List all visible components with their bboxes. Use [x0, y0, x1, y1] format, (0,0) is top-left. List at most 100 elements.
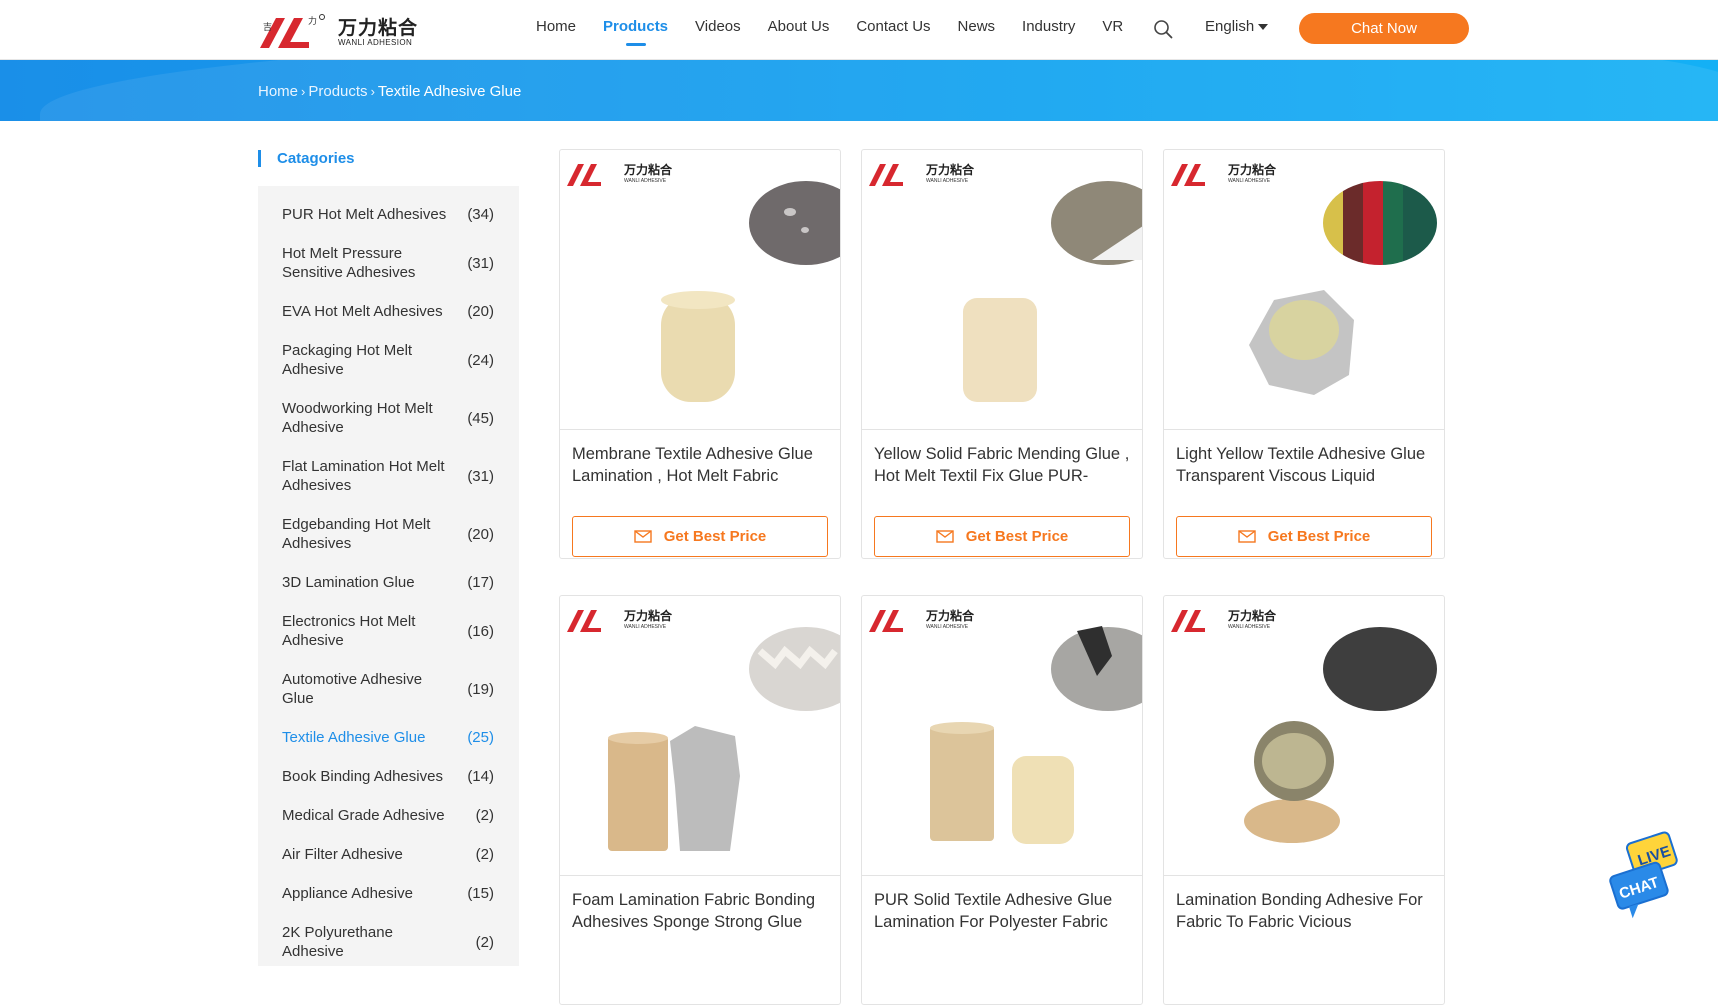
product-title[interactable]: PUR Solid Textile Adhesive Glue Laminati…: [874, 889, 1132, 933]
get-best-price-button[interactable]: Get Best Price: [874, 516, 1130, 557]
category-label: Textile Adhesive Glue: [282, 729, 426, 746]
nav-about-us[interactable]: About Us: [768, 18, 830, 35]
category-label: Packaging Hot Melt Adhesive: [282, 342, 413, 378]
category-item[interactable]: 3D Lamination Glue (17): [282, 573, 494, 592]
product-image[interactable]: 万力粘合 WANLI ADHESIVE: [560, 150, 840, 430]
get-best-price-button[interactable]: Get Best Price: [572, 516, 828, 557]
product-title[interactable]: Membrane Textile Adhesive Glue Laminatio…: [572, 443, 830, 487]
chat-now-button[interactable]: Chat Now: [1299, 13, 1469, 44]
product-image[interactable]: 万力粘合 WANLI ADHESIVE: [1164, 596, 1444, 876]
category-count: (45): [467, 409, 494, 427]
live-chat-widget[interactable]: LIVE CHAT: [1606, 830, 1686, 920]
category-item[interactable]: Hot Melt Pressure Sensitive Adhesives (31…: [282, 244, 494, 282]
category-count: (31): [467, 254, 494, 272]
category-count: (34): [467, 206, 494, 223]
product-photo: [1249, 181, 1437, 395]
category-item[interactable]: 2K Polyurethane Adhesive (2): [282, 923, 494, 961]
category-count: (25): [467, 729, 494, 746]
category-label: Air Filter Adhesive: [282, 846, 403, 863]
nav-industry[interactable]: Industry: [1022, 18, 1075, 35]
category-item[interactable]: Air Filter Adhesive (2): [282, 845, 494, 864]
categories-heading: Catagories: [258, 150, 355, 167]
breadcrumb-current: Textile Adhesive Glue: [377, 83, 522, 100]
category-item[interactable]: PUR Hot Melt Adhesives (34): [282, 205, 494, 224]
product-title[interactable]: Foam Lamination Fabric Bonding Adhesives…: [572, 889, 830, 933]
product-title[interactable]: Yellow Solid Fabric Mending Glue , Hot M…: [874, 443, 1132, 487]
main-nav: Home Products Videos About Us Contact Us…: [536, 18, 1150, 46]
category-item[interactable]: Edgebanding Hot Melt Adhesives (20): [282, 515, 494, 553]
category-label: EVA Hot Melt Adhesives: [282, 303, 443, 320]
category-label: Woodworking Hot Melt Adhesive: [282, 400, 433, 436]
category-label: Automotive Adhesive Glue: [282, 671, 423, 707]
category-label: Book Binding Adhesives: [282, 768, 443, 785]
category-item[interactable]: EVA Hot Melt Adhesives (20): [282, 302, 494, 321]
category-label: Hot Melt Pressure Sensitive Adhesives: [282, 245, 416, 281]
product-title[interactable]: Light Yellow Textile Adhesive Glue Trans…: [1176, 443, 1434, 487]
product-card[interactable]: 万力粘合 WANLI ADHESIVE PUR Solid Textile Ad…: [861, 595, 1143, 1005]
svg-text:力: 力: [308, 15, 317, 27]
product-card[interactable]: 万力粘合 WANLI ADHESIVE Light Yellow Textile…: [1163, 149, 1445, 559]
mail-icon: [936, 530, 954, 543]
chevron-right-icon: ›: [301, 84, 306, 99]
product-card[interactable]: 万力粘合 WANLI ADHESIVE Foam Lamination Fabr…: [559, 595, 841, 1005]
category-item-active[interactable]: Textile Adhesive Glue (25): [282, 728, 494, 747]
category-sidebar: PUR Hot Melt Adhesives (34) Hot Melt Pres…: [258, 186, 519, 966]
product-photo: [963, 181, 1142, 402]
get-best-price-button[interactable]: Get Best Price: [1176, 516, 1432, 557]
company-logo[interactable]: 吉 力 万力粘合 WANLI ADHESION: [258, 12, 418, 52]
search-icon[interactable]: [1153, 19, 1173, 39]
category-item[interactable]: Flat Lamination Hot Melt Adhesives (31): [282, 457, 494, 495]
site-header: 吉 力 万力粘合 WANLI ADHESION Home Products Vi…: [0, 0, 1718, 60]
product-photo: [661, 181, 840, 402]
category-item[interactable]: Automotive Adhesive Glue (19): [282, 670, 494, 708]
chevron-down-icon: [1258, 23, 1269, 30]
category-label: Appliance Adhesive: [282, 885, 413, 902]
product-photo: [930, 626, 1142, 844]
product-image[interactable]: 万力粘合 WANLI ADHESIVE: [862, 596, 1142, 876]
category-count: (2): [475, 933, 494, 951]
language-selector[interactable]: English: [1205, 18, 1269, 35]
category-count: (14): [467, 768, 494, 785]
product-image[interactable]: 万力粘合 WANLI ADHESIVE: [560, 596, 840, 876]
product-card[interactable]: 万力粘合 WANLI ADHESIVE Membrane Textile Adh…: [559, 149, 841, 559]
category-label: Electronics Hot Melt Adhesive: [282, 613, 416, 649]
nav-products[interactable]: Products: [603, 18, 668, 46]
product-title[interactable]: Lamination Bonding Adhesive For Fabric T…: [1176, 889, 1434, 933]
nav-contact-us[interactable]: Contact Us: [856, 18, 930, 35]
breadcrumb-banner: Home › Products › Textile Adhesive Glue: [0, 60, 1718, 121]
nav-vr[interactable]: VR: [1102, 18, 1123, 35]
category-item[interactable]: Electronics Hot Melt Adhesive (16): [282, 612, 494, 650]
breadcrumb-home[interactable]: Home: [258, 83, 298, 100]
nav-videos[interactable]: Videos: [695, 18, 741, 35]
category-count: (20): [467, 303, 494, 320]
category-count: (2): [475, 846, 494, 863]
logo-chinese-text: 万力粘合: [338, 17, 419, 39]
product-card[interactable]: 万力粘合 WANLI ADHESIVE Lamination Bonding A…: [1163, 595, 1445, 1005]
nav-news[interactable]: News: [958, 18, 996, 35]
nav-home[interactable]: Home: [536, 18, 576, 35]
category-label: 2K Polyurethane Adhesive: [282, 924, 393, 960]
category-count: (2): [475, 807, 494, 824]
category-count: (24): [467, 351, 494, 369]
category-label: Edgebanding Hot Melt Adhesives: [282, 516, 431, 552]
category-item[interactable]: Appliance Adhesive (15): [282, 884, 494, 903]
category-count: (16): [467, 622, 494, 640]
svg-text:吉: 吉: [263, 22, 272, 33]
product-card[interactable]: 万力粘合 WANLI ADHESIVE Yellow Solid Fabric …: [861, 149, 1143, 559]
chevron-right-icon: ›: [370, 84, 375, 99]
product-photo: [608, 627, 840, 851]
product-photo: [1244, 627, 1437, 843]
breadcrumb-products[interactable]: Products: [308, 83, 367, 100]
get-best-price-label: Get Best Price: [1267, 528, 1371, 545]
product-image[interactable]: 万力粘合 WANLI ADHESIVE: [862, 150, 1142, 430]
category-item[interactable]: Book Binding Adhesives (14): [282, 767, 494, 786]
category-item[interactable]: Medical Grade Adhesive (2): [282, 806, 494, 825]
category-label: Medical Grade Adhesive: [282, 807, 445, 824]
category-count: (31): [467, 467, 494, 485]
category-item[interactable]: Packaging Hot Melt Adhesive (24): [282, 341, 494, 379]
category-item[interactable]: Woodworking Hot Melt Adhesive (45): [282, 399, 494, 437]
category-count: (17): [467, 574, 494, 591]
get-best-price-label: Get Best Price: [965, 528, 1069, 545]
product-image[interactable]: 万力粘合 WANLI ADHESIVE: [1164, 150, 1444, 430]
live-chat-icon: LIVE CHAT: [1609, 831, 1678, 919]
